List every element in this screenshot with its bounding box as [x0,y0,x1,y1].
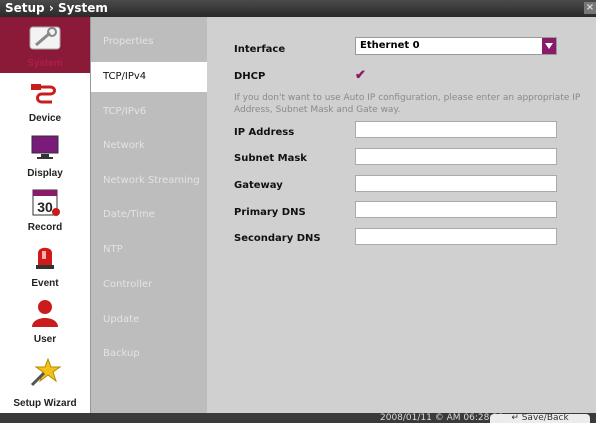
submenu-item-tcp-ipv4[interactable]: TCP/IPv4 [91,62,207,92]
save-back-button[interactable]: ↵ Save/Back [490,414,590,423]
secondary-dns-field[interactable] [355,228,557,245]
submenu-item-update[interactable]: Update [91,305,207,335]
dhcp-checkbox[interactable]: ✔ [355,68,369,82]
chevron-down-icon[interactable] [542,38,556,54]
gateway-field[interactable] [355,175,557,192]
wrench-icon [29,26,61,50]
submenu-item-date-time[interactable]: Date/Time [91,200,207,230]
gateway-label: Gateway [234,180,283,191]
nav-item-user[interactable]: User [0,293,90,349]
nav-label-user: User [33,334,57,345]
wand-icon [30,357,62,387]
subnet-mask-label: Subnet Mask [234,153,307,164]
monitor-icon [31,135,59,159]
primary-dns-label: Primary DNS [234,207,306,218]
submenu-item-backup[interactable]: Backup [91,339,207,369]
submenu-item-network-streaming[interactable]: Network Streaming [91,166,207,196]
interface-label: Interface [234,44,286,55]
interface-value: Ethernet 0 [360,40,420,51]
interface-select[interactable]: Ethernet 0 [355,37,557,55]
nav-label-setup-wizard: Setup Wizard [13,398,77,409]
calendar-icon: 30 [32,189,60,216]
ip-address-label: IP Address [234,127,295,138]
datetime-display: 2008/01/11 © AM 06:28:29 [380,413,504,423]
submenu-item-properties[interactable]: Properties [91,27,207,57]
submenu-item-ntp[interactable]: NTP [91,235,207,265]
svg-text:30: 30 [37,199,53,215]
nav-item-device[interactable]: Device [0,74,90,128]
settings-panel: Interface Ethernet 0 DHCP ✔ If you don't… [207,17,596,413]
nav-item-display[interactable]: Display [0,128,90,183]
breadcrumb: Setup › System [5,1,108,15]
ip-address-field[interactable] [355,121,557,138]
user-icon [32,300,58,327]
title-bar: Setup › System × [0,0,596,17]
nav-item-setup-wizard[interactable]: Setup Wizard [0,349,90,413]
close-icon[interactable]: × [584,2,596,14]
siren-icon [36,247,54,269]
dhcp-label: DHCP [234,71,266,82]
nav-label-display: Display [27,168,63,179]
submenu-item-network[interactable]: Network [91,131,207,161]
nav-label-record: Record [27,222,63,233]
left-nav: System Device Display 30 Record Event Us… [0,17,91,413]
submenu-item-tcp-ipv6[interactable]: TCP/IPv6 [91,97,207,127]
primary-dns-field[interactable] [355,201,557,218]
submenu-item-controller[interactable]: Controller [91,270,207,300]
nav-item-event[interactable]: Event [0,237,90,293]
nav-label-device: Device [28,113,62,124]
cable-icon [31,84,56,104]
nav-label-system: System [27,58,63,69]
secondary-dns-label: Secondary DNS [234,233,321,244]
nav-item-system[interactable]: System [0,17,90,73]
subnet-mask-field[interactable] [355,148,557,165]
submenu: Properties TCP/IPv4 TCP/IPv6 Network Net… [91,17,207,413]
nav-label-event: Event [31,278,59,289]
nav-item-record[interactable]: 30 Record [0,183,90,237]
ip-config-hint: If you don't want to use Auto IP configu… [234,93,581,115]
